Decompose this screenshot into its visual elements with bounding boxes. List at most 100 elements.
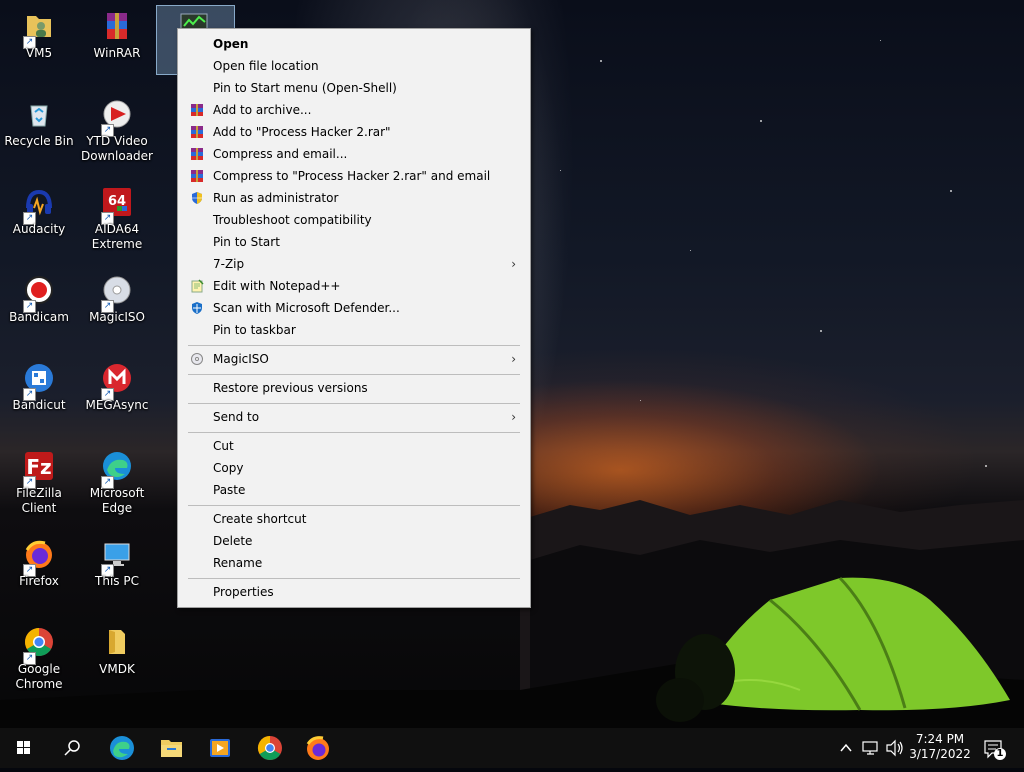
notification-icon: [984, 740, 1006, 760]
menu-item-create-shortcut[interactable]: Create shortcut: [180, 508, 526, 530]
clock-date: 3/17/2022: [909, 747, 971, 761]
folder-icon: [109, 630, 125, 654]
desktop-icon-label: VM5: [25, 46, 53, 60]
clock[interactable]: 7:24 PM 3/17/2022: [908, 728, 972, 768]
desktop-icon-filezilla[interactable]: Fz ↗ FileZilla Client: [0, 446, 78, 530]
start-button[interactable]: [0, 728, 48, 768]
edge-icon: [110, 736, 134, 760]
desktop-icon-label: MEGAsync: [85, 398, 149, 412]
menu-item-label: Properties: [213, 585, 274, 599]
menu-item-edit-with-notepadpp[interactable]: Edit with Notepad++: [180, 275, 526, 297]
volume-tray-button[interactable]: [884, 728, 906, 768]
menu-item-label: Rename: [213, 556, 263, 570]
desktop-icon-bandicut[interactable]: ↗ Bandicut: [0, 358, 78, 442]
taskbar-file-explorer-button[interactable]: [148, 728, 196, 768]
taskbar-media-player-button[interactable]: [196, 728, 244, 768]
desktop-icon-magiciso[interactable]: ↗ MagicISO: [78, 270, 156, 354]
menu-item-pin-to-start[interactable]: Pin to Start: [180, 231, 526, 253]
winrar-icon: [191, 148, 203, 160]
menu-item-7zip[interactable]: 7-Zip ›: [180, 253, 526, 275]
menu-item-delete[interactable]: Delete: [180, 530, 526, 552]
volume-icon: [886, 739, 903, 757]
submenu-arrow-icon: ›: [511, 257, 516, 271]
winrar-icon: [191, 170, 203, 182]
firefox-icon: [306, 736, 329, 760]
desktop-icon-megasync[interactable]: ↗ MEGAsync: [78, 358, 156, 442]
menu-item-scan-with-defender[interactable]: Scan with Microsoft Defender...: [180, 297, 526, 319]
taskbar-chrome-button[interactable]: [246, 728, 294, 768]
menu-item-cut[interactable]: Cut: [180, 435, 526, 457]
desktop-icon-google-chrome[interactable]: ↗ Google Chrome: [0, 622, 78, 706]
desktop-icon-vm5[interactable]: ↗ VM5: [0, 6, 78, 90]
menu-item-label: Open file location: [213, 59, 319, 73]
menu-item-label: Copy: [213, 461, 244, 475]
desktop-icon-microsoft-edge[interactable]: ↗ Microsoft Edge: [78, 446, 156, 530]
desktop-icon-label: Recycle Bin: [4, 134, 74, 148]
menu-item-add-to-rar[interactable]: Add to "Process Hacker 2.rar": [180, 121, 526, 143]
menu-item-label: Restore previous versions: [213, 381, 368, 395]
menu-item-compress-and-email[interactable]: Compress and email...: [180, 143, 526, 165]
action-center-button[interactable]: 1: [980, 728, 1010, 768]
desktop-icon-vmdk[interactable]: VMDK: [78, 622, 156, 706]
taskbar-edge-button[interactable]: [98, 728, 146, 768]
menu-item-pin-to-taskbar[interactable]: Pin to taskbar: [180, 319, 526, 341]
submenu-arrow-icon: ›: [511, 352, 516, 366]
show-hidden-icons-button[interactable]: [836, 728, 856, 768]
menu-item-run-as-administrator[interactable]: Run as administrator: [180, 187, 526, 209]
menu-item-label: Open: [213, 37, 249, 51]
menu-item-magiciso[interactable]: MagicISO ›: [180, 348, 526, 370]
desktop-icon-label: Bandicut: [12, 398, 66, 412]
desktop-icon-firefox[interactable]: ↗ Firefox: [0, 534, 78, 618]
winrar-icon: [191, 104, 203, 116]
menu-item-troubleshoot-compatibility[interactable]: Troubleshoot compatibility: [180, 209, 526, 231]
menu-item-send-to[interactable]: Send to ›: [180, 406, 526, 428]
desktop-icon-bandicam[interactable]: ↗ Bandicam: [0, 270, 78, 354]
uac-shield-icon: [192, 192, 202, 204]
menu-item-paste[interactable]: Paste: [180, 479, 526, 501]
desktop-icon-aida64[interactable]: 64 ↗ AIDA64 Extreme: [78, 182, 156, 266]
menu-item-label: Scan with Microsoft Defender...: [213, 301, 400, 315]
desktop-icon-audacity[interactable]: ↗ Audacity: [0, 182, 78, 266]
notepadpp-icon: [191, 279, 204, 293]
menu-item-restore-previous-versions[interactable]: Restore previous versions: [180, 377, 526, 399]
menu-item-add-to-archive[interactable]: Add to archive...: [180, 99, 526, 121]
taskbar-firefox-button[interactable]: [294, 728, 342, 768]
desktop-icon-winrar[interactable]: WinRAR: [78, 6, 156, 90]
menu-item-properties[interactable]: Properties: [180, 581, 526, 603]
start-icon: [17, 741, 30, 754]
submenu-arrow-icon: ›: [511, 410, 516, 424]
menu-item-label: Delete: [213, 534, 253, 548]
search-button[interactable]: [48, 728, 96, 768]
network-tray-button[interactable]: [860, 728, 882, 768]
desktop-icon-label: Microsoft Edge: [89, 486, 145, 515]
menu-item-label: Add to archive...: [213, 103, 312, 117]
menu-item-label: Create shortcut: [213, 512, 307, 526]
menu-item-compress-rar-and-email[interactable]: Compress to "Process Hacker 2.rar" and e…: [180, 165, 526, 187]
chevron-up-icon: [840, 743, 852, 752]
menu-item-label: Cut: [213, 439, 234, 453]
defender-shield-icon: [192, 302, 202, 314]
desktop-icon-label: VMDK: [99, 662, 135, 676]
clock-time: 7:24 PM: [915, 732, 965, 746]
context-menu: Open Open file location Pin to Start men…: [177, 28, 531, 608]
taskbar: 7:24 PM 3/17/2022 1: [0, 728, 1024, 768]
desktop-icon-label: YTD Video Downloader: [81, 134, 153, 163]
desktop-icon-label: This PC: [95, 574, 139, 588]
winrar-icon: [107, 13, 127, 39]
menu-separator: [188, 505, 520, 506]
search-icon: [64, 740, 80, 756]
menu-item-rename[interactable]: Rename: [180, 552, 526, 574]
menu-item-open-file-location[interactable]: Open file location: [180, 55, 526, 77]
menu-item-pin-to-start-menu-openshell[interactable]: Pin to Start menu (Open-Shell): [180, 77, 526, 99]
desktop-icon-ytd[interactable]: ↗ YTD Video Downloader: [78, 94, 156, 178]
desktop-icon-recycle-bin[interactable]: Recycle Bin: [0, 94, 78, 178]
menu-item-open[interactable]: Open: [180, 33, 526, 55]
menu-item-copy[interactable]: Copy: [180, 457, 526, 479]
desktop-icon-this-pc[interactable]: ↗ This PC: [78, 534, 156, 618]
menu-item-label: 7-Zip: [213, 257, 245, 271]
magiciso-icon: [191, 353, 203, 365]
desktop-icon-label: Audacity: [12, 222, 66, 236]
winrar-icon: [191, 126, 203, 138]
menu-item-label: Add to "Process Hacker 2.rar": [213, 125, 391, 139]
file-explorer-icon: [161, 740, 182, 757]
